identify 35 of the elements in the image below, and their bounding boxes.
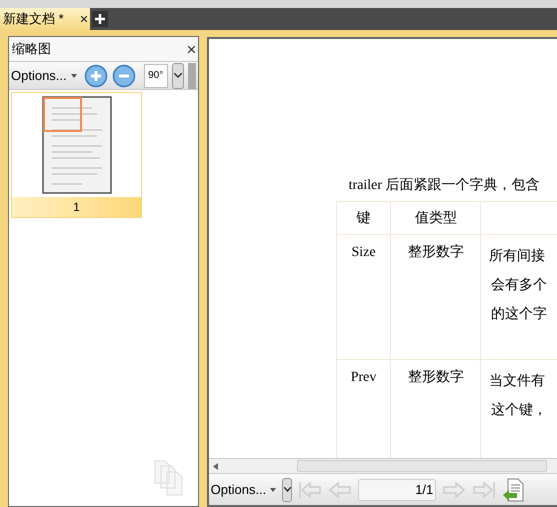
- column-header: 键: [356, 210, 371, 226]
- zoom-out-icon[interactable]: [112, 64, 136, 88]
- close-icon[interactable]: [81, 16, 87, 22]
- chevron-icon: [284, 487, 291, 492]
- options-dropdown[interactable]: Options...: [11, 66, 80, 86]
- chevron-icon: [174, 73, 182, 78]
- scrollbar[interactable]: [188, 62, 196, 88]
- table-cell-text: 会有多个: [490, 276, 548, 295]
- table-cell-text: 这个键，: [490, 401, 548, 420]
- dropdown-button[interactable]: [172, 62, 184, 88]
- horizontal-scrollbar[interactable]: [208, 458, 557, 474]
- caret-icon: [70, 74, 77, 78]
- options-dropdown[interactable]: Options...: [210, 480, 276, 500]
- close-icon[interactable]: [188, 46, 195, 52]
- panel-title: 缩略图: [12, 40, 51, 58]
- page-number: 1: [12, 197, 141, 217]
- page-field[interactable]: 1/1: [358, 478, 436, 500]
- table-cell: 整形数字: [408, 370, 464, 385]
- column-header: 值类型: [414, 210, 457, 226]
- table-cell-text: 的这个字: [490, 305, 548, 324]
- document-tab[interactable]: 新建文档 *: [0, 8, 90, 30]
- page-thumbnail[interactable]: 1: [11, 92, 142, 218]
- caret-icon: [270, 488, 276, 492]
- table-cell: Prev: [350, 370, 376, 385]
- document-back-icon[interactable]: [502, 478, 524, 502]
- table-cell-text: 所有间接: [489, 247, 546, 266]
- table-cell-text: 当文件有: [489, 372, 546, 391]
- rotate-button[interactable]: 90°: [144, 64, 168, 88]
- dropdown-button[interactable]: [282, 478, 292, 502]
- add-tab-button[interactable]: [92, 11, 108, 27]
- paragraph: trailer 后面紧跟一个字典，包含: [348, 176, 541, 195]
- zoom-in-icon[interactable]: [84, 64, 108, 88]
- scroll-left-icon[interactable]: [212, 462, 218, 470]
- table-cell: 整形数字: [408, 245, 464, 260]
- table-cell: Size: [352, 245, 376, 260]
